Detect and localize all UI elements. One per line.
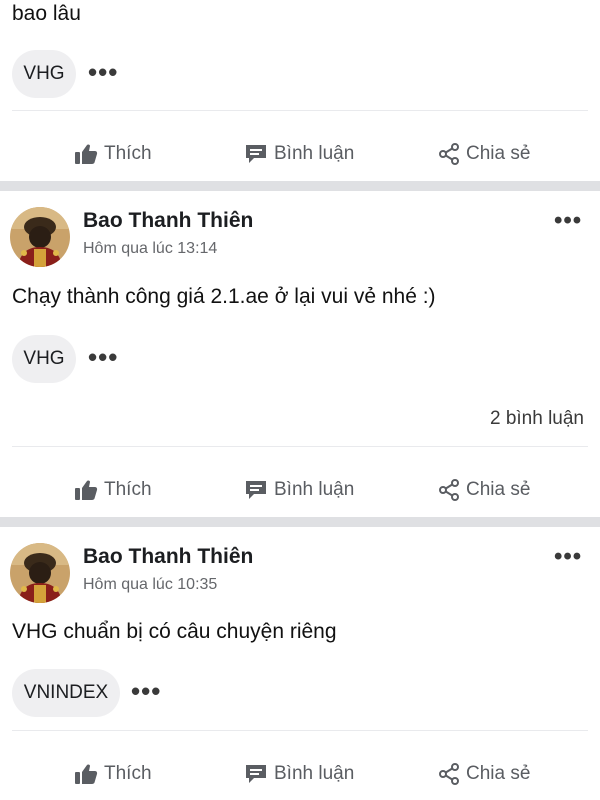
comment-button[interactable]: Bình luận: [244, 759, 354, 789]
share-button[interactable]: Chia sẻ: [438, 139, 530, 169]
more-icon[interactable]: •••: [88, 59, 118, 85]
avatar-image-icon: [10, 207, 70, 267]
avatar-image-icon: [10, 543, 70, 603]
avatar[interactable]: [10, 207, 70, 267]
comment-button[interactable]: Bình luận: [244, 139, 354, 169]
thumbs-up-icon: [75, 144, 98, 164]
post-text: VHG chuẩn bị có câu chuyện riêng: [12, 620, 337, 643]
comment-button[interactable]: Bình luận: [244, 475, 354, 505]
post-text: bao lâu: [12, 2, 81, 25]
comment-icon: [246, 145, 266, 163]
post-timestamp: Hôm qua lúc 10:35: [83, 576, 218, 593]
share-icon: [439, 479, 459, 501]
like-label: Thích: [104, 143, 152, 164]
share-label: Chia sẻ: [466, 763, 531, 784]
stock-tag[interactable]: VHG: [12, 50, 76, 98]
divider: [12, 730, 588, 731]
share-icon: [439, 763, 459, 785]
stock-tag[interactable]: VNINDEX: [12, 669, 120, 717]
divider: [12, 110, 588, 111]
author-name[interactable]: Bao Thanh Thiên: [83, 545, 253, 569]
post-timestamp: Hôm qua lúc 13:14: [83, 240, 218, 257]
post-separator: [0, 181, 600, 191]
like-button[interactable]: Thích: [74, 475, 152, 505]
share-label: Chia sẻ: [466, 479, 531, 500]
comment-icon: [246, 765, 266, 783]
share-label: Chia sẻ: [466, 143, 531, 164]
share-button[interactable]: Chia sẻ: [438, 759, 530, 789]
comment-label: Bình luận: [274, 479, 355, 500]
comment-count[interactable]: 2 bình luận: [490, 408, 584, 430]
divider: [12, 446, 588, 447]
avatar[interactable]: [10, 543, 70, 603]
comment-label: Bình luận: [274, 143, 355, 164]
thumbs-up-icon: [75, 764, 98, 784]
like-label: Thích: [104, 479, 152, 500]
post-separator: [0, 517, 600, 527]
more-icon[interactable]: •••: [131, 678, 161, 704]
author-name[interactable]: Bao Thanh Thiên: [83, 209, 253, 233]
comment-label: Bình luận: [274, 763, 355, 784]
like-button[interactable]: Thích: [74, 759, 152, 789]
thumbs-up-icon: [75, 480, 98, 500]
more-options-icon[interactable]: •••: [554, 545, 582, 569]
more-icon[interactable]: •••: [88, 344, 118, 370]
post-text: Chạy thành công giá 2.1.ae ở lại vui vẻ …: [12, 285, 436, 308]
more-options-icon[interactable]: •••: [554, 209, 582, 233]
share-button[interactable]: Chia sẻ: [438, 475, 530, 505]
like-button[interactable]: Thích: [74, 139, 152, 169]
share-icon: [439, 143, 459, 165]
stock-tag[interactable]: VHG: [12, 335, 76, 383]
comment-icon: [246, 481, 266, 499]
like-label: Thích: [104, 763, 152, 784]
